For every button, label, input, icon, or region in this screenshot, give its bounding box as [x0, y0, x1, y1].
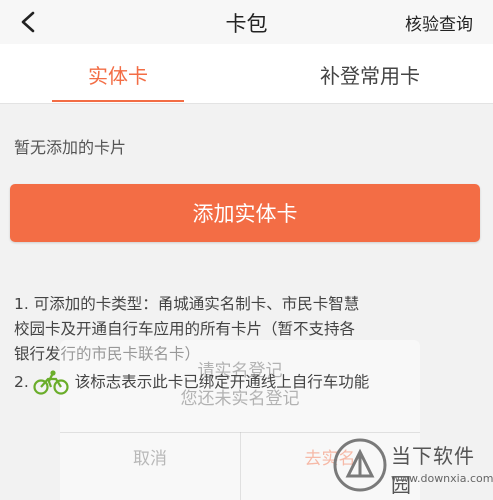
watermark-url: www.downxia.com [391, 472, 493, 485]
tab-physical-card[interactable]: 实体卡 [52, 44, 184, 104]
tab-supplement-card[interactable]: 补登常用卡 [280, 44, 460, 104]
watermark: 当下软件园 www.downxia.com [333, 432, 493, 500]
note-2-text: 该标志表示此卡已绑定开通线上自行车功能 [74, 373, 370, 391]
note-2: 2. 该标志表示此卡已绑定开通线上自行车功能 [14, 368, 484, 396]
note-1-line-2: 校园卡及开通自行车应用的所有卡片（暂不支持各 [14, 320, 356, 338]
tab-bar: 实体卡 补登常用卡 [0, 44, 493, 104]
note-1-line-1: 1. 可添加的卡类型：甬城通实名制卡、市民卡智慧 [14, 295, 360, 313]
verify-query-button[interactable]: 核验查询 [405, 10, 473, 35]
top-bar: 卡包 核验查询 [0, 0, 493, 44]
note-2-number: 2. [14, 373, 29, 391]
watermark-logo-icon [333, 438, 387, 492]
active-tab-indicator [52, 100, 184, 102]
add-physical-card-button[interactable]: 添加实体卡 [10, 184, 480, 242]
dialog-cancel-button[interactable]: 取消 [60, 444, 240, 469]
watermark-name: 当下软件园 [391, 444, 475, 497]
chevron-left-icon [21, 11, 35, 33]
bicycle-icon [33, 369, 69, 395]
empty-state-text: 暂无添加的卡片 [14, 138, 127, 157]
back-button[interactable] [14, 8, 42, 36]
